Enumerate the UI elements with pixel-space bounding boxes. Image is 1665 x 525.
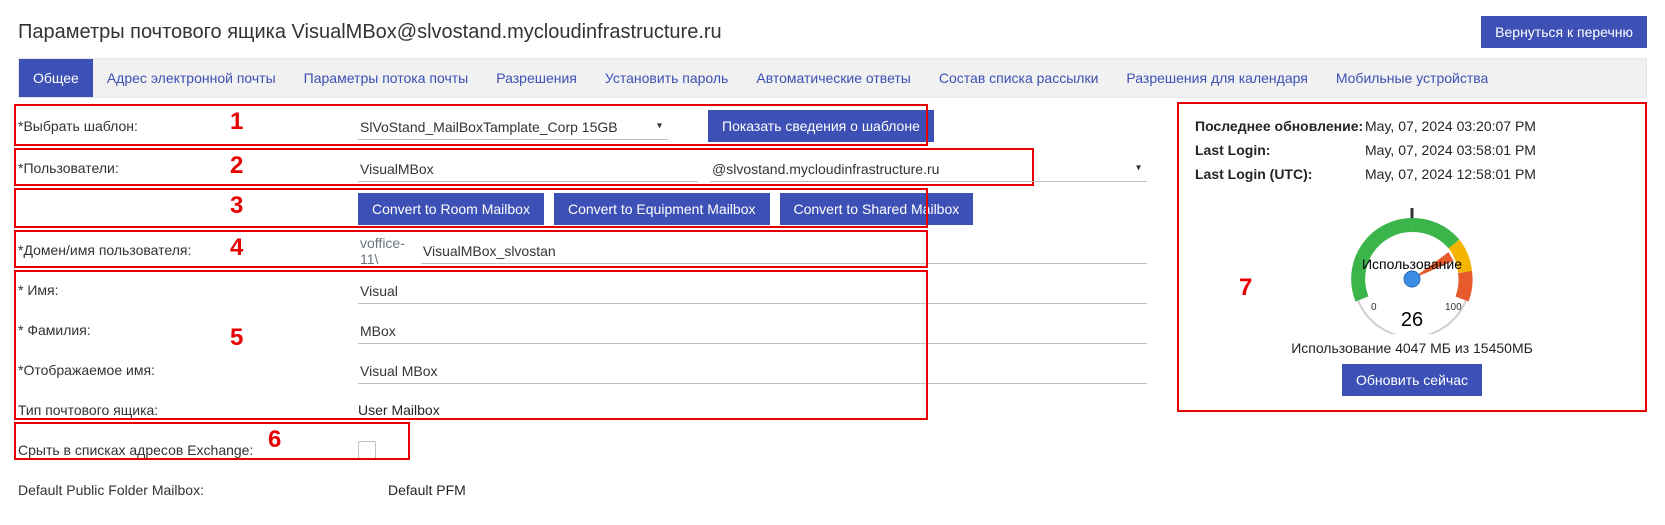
tab-mail-flow[interactable]: Параметры потока почты [290, 59, 483, 97]
last-login-label: Last Login: [1195, 142, 1365, 158]
displayname-label: *Отображаемое имя: [18, 362, 358, 378]
tab-mobile-devices[interactable]: Мобильные устройства [1322, 59, 1503, 97]
mailbox-type-value: User Mailbox [358, 402, 440, 418]
domain-username-input[interactable] [421, 237, 1147, 264]
usage-panel: 7 Последнее обновление: May, 07, 2024 03… [1177, 102, 1647, 412]
refresh-now-button[interactable]: Обновить сейчас [1342, 364, 1482, 396]
firstname-input[interactable] [358, 277, 1147, 304]
default-pfm-label: Default Public Folder Mailbox: [18, 482, 388, 498]
gauge-max: 100 [1445, 302, 1462, 313]
page-title: Параметры почтового ящика VisualMBox@slv… [18, 21, 722, 44]
last-login-value: May, 07, 2024 03:58:01 PM [1365, 142, 1629, 158]
tab-calendar-permissions[interactable]: Разрешения для календаря [1112, 59, 1321, 97]
last-update-label: Последнее обновление: [1195, 118, 1365, 134]
gauge-min: 0 [1371, 302, 1377, 313]
user-name-input[interactable] [358, 155, 698, 182]
tab-auto-replies[interactable]: Автоматические ответы [742, 59, 925, 97]
firstname-label: * Имя: [18, 282, 358, 298]
domain-user-label: *Домен/имя пользователя: [18, 242, 358, 258]
default-pfm-value: Default PFM [388, 482, 466, 498]
last-update-value: May, 07, 2024 03:20:07 PM [1365, 118, 1629, 134]
hide-addresslists-checkbox[interactable] [358, 441, 376, 459]
usage-gauge: 0 100 Использование 26 [1327, 194, 1497, 334]
hide-addresslists-label: Срыть в списках адресов Exchange: [18, 442, 358, 458]
tabs-bar: Общее Адрес электронной почты Параметры … [18, 58, 1647, 98]
convert-to-equipment-button[interactable]: Convert to Equipment Mailbox [554, 193, 770, 225]
tab-email-address[interactable]: Адрес электронной почты [93, 59, 290, 97]
usage-caption: Использование 4047 МБ из 15450МБ [1291, 340, 1533, 356]
back-to-list-button[interactable]: Вернуться к перечню [1481, 16, 1647, 48]
users-label: *Пользователи: [18, 160, 358, 176]
user-domain-select[interactable] [710, 155, 1147, 182]
template-select[interactable] [358, 113, 668, 140]
gauge-title: Использование [1362, 256, 1462, 272]
gauge-value: 26 [1401, 309, 1423, 331]
domain-prefix: voffice-11\ [358, 229, 409, 271]
last-login-utc-label: Last Login (UTC): [1195, 166, 1365, 182]
last-login-utc-value: May, 07, 2024 12:58:01 PM [1365, 166, 1629, 182]
tab-general[interactable]: Общее [19, 59, 93, 97]
convert-to-shared-button[interactable]: Convert to Shared Mailbox [780, 193, 974, 225]
tab-set-password[interactable]: Установить пароль [591, 59, 742, 97]
lastname-label: * Фамилия: [18, 322, 358, 338]
show-template-details-button[interactable]: Показать сведения о шаблоне [708, 110, 934, 142]
mailbox-type-label: Тип почтового ящика: [18, 402, 358, 418]
tab-permissions[interactable]: Разрешения [482, 59, 591, 97]
displayname-input[interactable] [358, 357, 1147, 384]
lastname-input[interactable] [358, 317, 1147, 344]
tab-distribution-list[interactable]: Состав списка рассылки [925, 59, 1113, 97]
template-label: *Выбрать шаблон: [18, 118, 358, 134]
convert-to-room-button[interactable]: Convert to Room Mailbox [358, 193, 544, 225]
